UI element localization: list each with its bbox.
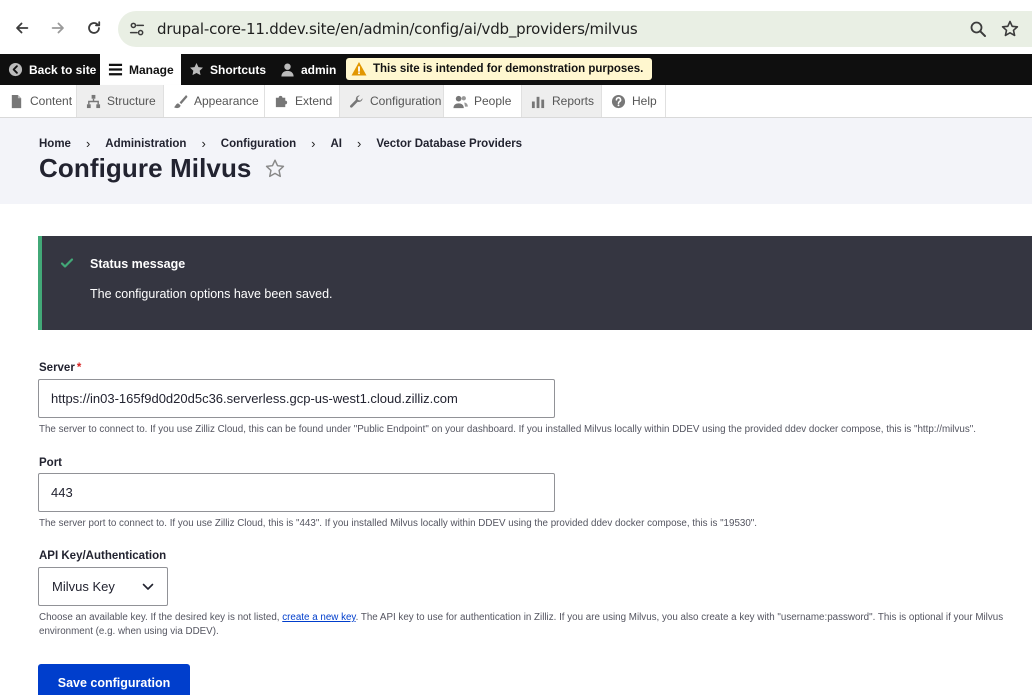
forward-button[interactable]: [45, 15, 71, 41]
tray-item-configuration[interactable]: Configuration: [340, 85, 444, 117]
tray-item-reports[interactable]: Reports: [522, 85, 602, 117]
tray-item-label: Content: [30, 94, 73, 108]
page-title-row: Configure Milvus: [39, 153, 286, 184]
tray-item-content[interactable]: Content: [0, 85, 77, 117]
server-label: Server *: [39, 362, 81, 374]
shortcuts-tab[interactable]: Shortcuts: [189, 54, 266, 85]
required-marker: *: [76, 362, 82, 374]
help-icon: [611, 94, 626, 108]
api-key-selected-value: Milvus Key: [52, 579, 115, 594]
page-title: Configure Milvus: [39, 153, 252, 183]
tray-item-label: Structure: [107, 94, 156, 108]
api-key-description: Choose an available key. If the desired …: [39, 611, 1003, 639]
tray-item-people[interactable]: People: [444, 85, 522, 117]
status-text: The configuration options have been save…: [90, 287, 333, 301]
breadcrumb-configuration[interactable]: Configuration: [221, 138, 296, 150]
star-outline-icon[interactable]: [1000, 19, 1020, 39]
bar-chart-icon: [531, 96, 545, 108]
address-bar[interactable]: drupal-core-11.ddev.site/en/admin/config…: [118, 11, 1032, 47]
breadcrumb-separator: ›: [85, 136, 91, 151]
star-icon: [190, 62, 203, 76]
reload-icon: [88, 21, 101, 34]
breadcrumb-ai[interactable]: AI: [331, 138, 343, 150]
port-description: The server port to connect to. If you us…: [39, 518, 757, 529]
demo-alert-text: This site is intended for demonstration …: [373, 63, 644, 75]
tray-item-label: Help: [632, 94, 657, 108]
tray-item-label: Configuration: [370, 94, 442, 108]
structure-icon: [86, 94, 101, 108]
manage-tab[interactable]: Manage: [100, 54, 181, 85]
port-input[interactable]: [38, 473, 555, 512]
user-icon: [281, 63, 294, 77]
arrow-left-icon: [16, 22, 29, 34]
user-tab[interactable]: admin: [280, 54, 336, 85]
shortcut-star-icon[interactable]: [264, 158, 286, 180]
back-button[interactable]: [9, 15, 35, 41]
tray-item-appearance[interactable]: Appearance: [164, 85, 265, 117]
back-to-site-label: Back to site: [29, 62, 97, 77]
status-message: Status message The configuration options…: [38, 236, 1032, 330]
url-text[interactable]: drupal-core-11.ddev.site/en/admin/config…: [157, 20, 638, 38]
breadcrumb: Home › Administration › Configuration › …: [39, 136, 522, 151]
tray-item-label: Appearance: [194, 94, 259, 108]
port-label: Port: [39, 457, 62, 469]
admin-tray: Content Structure Appearance Extend Conf…: [0, 85, 1032, 118]
breadcrumb-separator: ›: [357, 136, 362, 151]
api-key-description-line2: environment (e.g. when using via DDEV).: [39, 626, 219, 637]
tray-item-extend[interactable]: Extend: [265, 85, 340, 117]
server-label-text: Server: [39, 362, 75, 374]
tray-item-label: Extend: [295, 94, 333, 108]
shortcuts-label: Shortcuts: [210, 62, 267, 77]
document-icon: [11, 94, 22, 108]
breadcrumb-home[interactable]: Home: [39, 138, 71, 150]
breadcrumb-administration[interactable]: Administration: [105, 138, 186, 150]
tray-item-structure[interactable]: Structure: [77, 85, 164, 117]
api-key-description-end: . The API key to use for authentication …: [355, 612, 1004, 623]
api-key-label: API Key/Authentication: [39, 550, 167, 562]
warning-icon: [351, 62, 367, 76]
admin-toolbar: Back to site Manage Shortcuts admin This…: [0, 54, 1032, 85]
puzzle-icon: [275, 95, 288, 107]
chevron-down-icon: [142, 583, 154, 590]
hamburger-icon: [108, 63, 123, 76]
back-to-site-link[interactable]: Back to site: [8, 54, 96, 85]
brush-icon: [173, 94, 188, 108]
create-key-link[interactable]: create a new key: [282, 612, 355, 623]
wrench-icon: [350, 94, 363, 108]
tray-item-label: Reports: [552, 94, 595, 108]
tray-item-label: People: [474, 94, 512, 108]
server-input[interactable]: [38, 379, 555, 418]
browser-chrome: drupal-core-11.ddev.site/en/admin/config…: [0, 0, 1032, 54]
save-configuration-button[interactable]: Save configuration: [38, 664, 190, 695]
magnifier-icon[interactable]: [968, 19, 988, 39]
reload-button[interactable]: [81, 15, 107, 41]
server-description: The server to connect to. If you use Zil…: [39, 424, 976, 435]
manage-label: Manage: [129, 62, 174, 77]
tune-icon[interactable]: [128, 20, 146, 38]
page-header: Home › Administration › Configuration › …: [0, 118, 1032, 204]
api-key-description-start: Choose an available key. If the desired …: [39, 612, 283, 623]
tray-item-help[interactable]: Help: [602, 85, 666, 117]
breadcrumb-separator: ›: [311, 136, 316, 151]
back-circle-icon: [8, 62, 23, 77]
arrow-right-icon: [51, 22, 64, 34]
breadcrumb-separator: ›: [201, 136, 206, 151]
user-label: admin: [301, 62, 337, 77]
demo-alert-badge: This site is intended for demonstration …: [346, 58, 653, 80]
status-title: Status message: [90, 257, 186, 271]
people-icon: [453, 95, 468, 108]
checkmark-icon: [60, 258, 74, 268]
api-key-select[interactable]: Milvus Key: [38, 567, 168, 606]
breadcrumb-vector-database-providers[interactable]: Vector Database Providers: [376, 138, 522, 150]
